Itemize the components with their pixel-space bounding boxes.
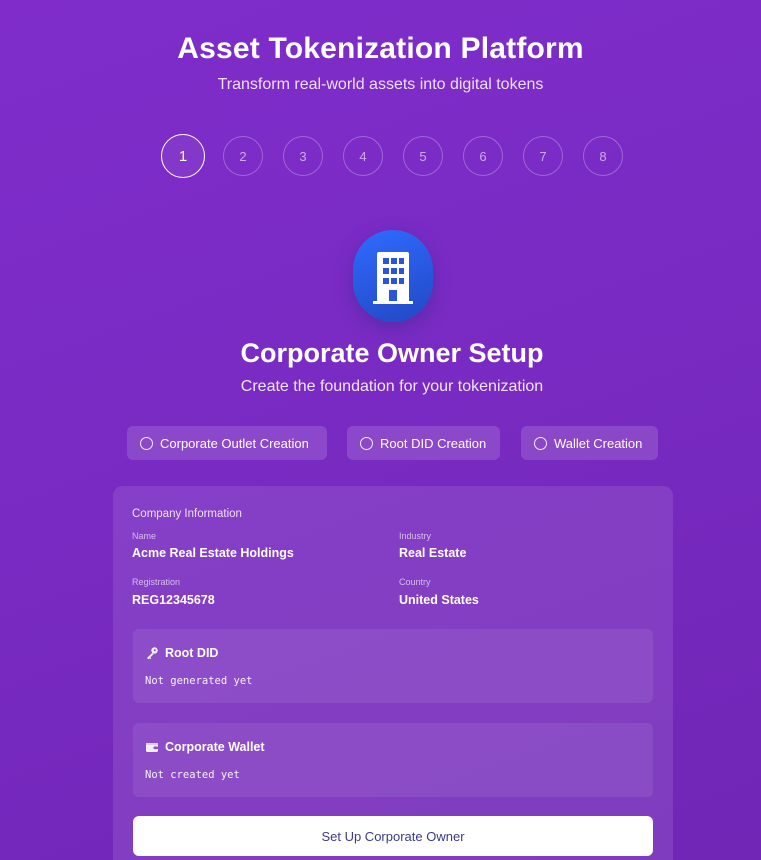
key-icon (147, 647, 158, 660)
app-subtitle: Transform real-world assets into digital… (217, 76, 544, 93)
step-8[interactable]: 8 (583, 136, 623, 176)
industry-label: Industry (399, 531, 432, 541)
step-2[interactable]: 2 (223, 136, 263, 176)
root-did-panel: Root DID Not generated yet (133, 629, 653, 703)
wallet-heading: Corporate Wallet (145, 740, 265, 754)
section-subtitle: Create the foundation for your tokenizat… (240, 378, 544, 395)
company-info-heading: Company Information (132, 508, 242, 520)
chip-label: Corporate Outlet Creation (160, 435, 309, 451)
section-title: Corporate Owner Setup (240, 338, 544, 368)
root-did-value: Not generated yet (145, 675, 253, 687)
corporate-wallet-panel: Corporate Wallet Not created yet (133, 723, 653, 797)
wallet-value: Not created yet (145, 769, 240, 781)
step-4[interactable]: 4 (343, 136, 383, 176)
circle-icon (534, 436, 547, 450)
wallet-title: Corporate Wallet (165, 740, 265, 754)
step-6[interactable]: 6 (463, 136, 503, 176)
circle-icon (140, 436, 153, 450)
app-title: Asset Tokenization Platform (177, 32, 584, 65)
root-did-title: Root DID (165, 646, 219, 660)
country-value: United States (399, 593, 479, 607)
set-up-corporate-owner-button[interactable]: Set Up Corporate Owner (133, 816, 653, 856)
step-3[interactable]: 3 (283, 136, 323, 176)
registration-value: REG12345678 (132, 593, 215, 607)
industry-value: Real Estate (399, 546, 467, 560)
chip-label: Root DID Creation (380, 435, 487, 451)
chip-wallet: Wallet Creation (521, 426, 658, 460)
step-5[interactable]: 5 (403, 136, 443, 176)
root-did-heading: Root DID (145, 646, 218, 660)
registration-label: Registration (132, 577, 181, 587)
wallet-icon (146, 743, 158, 752)
progress-chips: Corporate Outlet Creation Root DID Creat… (0, 426, 761, 460)
setup-card: Company Information Name Acme Real Estat… (113, 486, 673, 860)
building-icon (353, 230, 433, 322)
step-7[interactable]: 7 (523, 136, 563, 176)
step-1[interactable]: 1 (161, 134, 205, 178)
step-indicator: 1 2 3 4 5 6 7 8 (161, 134, 623, 178)
chip-root-did: Root DID Creation (347, 426, 500, 460)
chip-label: Wallet Creation (554, 435, 643, 451)
circle-icon (360, 436, 373, 450)
chip-corporate-outlet: Corporate Outlet Creation (127, 426, 327, 460)
name-label: Name (132, 531, 157, 541)
country-label: Country (399, 577, 431, 587)
name-value: Acme Real Estate Holdings (132, 546, 294, 560)
